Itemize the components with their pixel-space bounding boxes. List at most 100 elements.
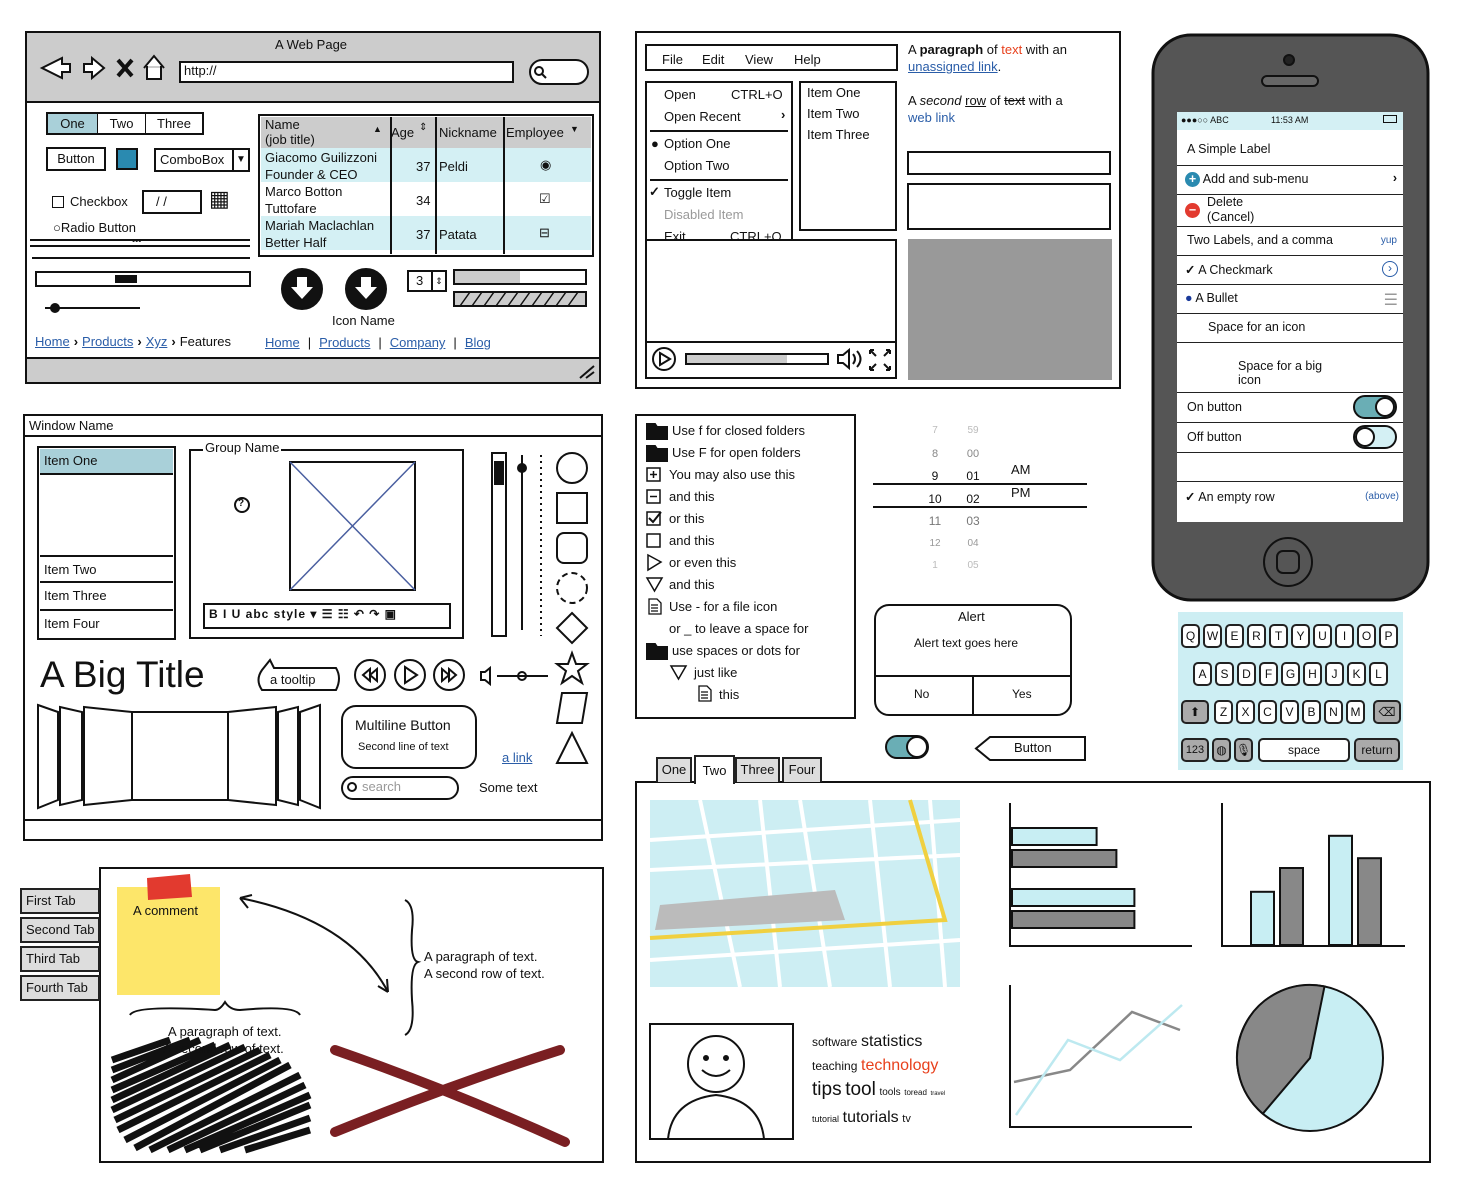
menu-file[interactable]: File <box>662 52 683 68</box>
list-row-bullet[interactable]: ● A Bullet ☰ <box>1177 285 1403 314</box>
vertical-tab-second[interactable]: Second Tab <box>20 917 100 943</box>
list-row-checkmark[interactable]: ✓ An empty row (above) <box>1177 482 1403 512</box>
link-company[interactable]: Company <box>390 335 446 350</box>
cover-item[interactable] <box>227 705 277 807</box>
tree-item[interactable]: or even this <box>669 555 736 571</box>
vertical-scroll-thumb[interactable] <box>494 461 504 485</box>
column-header-employee[interactable]: Employee <box>506 125 564 141</box>
tree-item[interactable]: just like <box>694 665 737 681</box>
cover-item[interactable] <box>299 703 321 810</box>
toggle-on[interactable] <box>1353 395 1397 419</box>
tag[interactable]: teaching <box>812 1059 857 1073</box>
numbers-key[interactable]: 123 <box>1181 738 1209 762</box>
slider-handle[interactable] <box>50 303 60 313</box>
menu-item-option-two[interactable]: Option Two <box>664 158 730 174</box>
color-picker[interactable] <box>116 148 138 170</box>
menu-edit[interactable]: Edit <box>702 52 724 68</box>
list-row[interactable]: Two Labels, and a comma yup <box>1177 227 1403 256</box>
link-products[interactable]: Products <box>319 335 370 350</box>
key-h[interactable]: H <box>1303 662 1322 686</box>
radio-button[interactable]: ○Radio Button <box>53 220 136 236</box>
splitter-grip[interactable]: ••• <box>132 236 141 246</box>
column-header-age[interactable]: Age <box>391 125 414 141</box>
list-row-delete[interactable]: − Delete (Cancel) <box>1177 195 1403 227</box>
key-j[interactable]: J <box>1325 662 1344 686</box>
key-m[interactable]: M <box>1346 700 1365 724</box>
cover-item-center[interactable] <box>131 711 229 801</box>
scrollbar-thumb[interactable] <box>115 275 137 283</box>
tag[interactable]: travel <box>931 1091 946 1097</box>
tree-item[interactable]: use spaces or dots for <box>672 643 800 659</box>
numeric-stepper[interactable]: 3 ⇕ <box>407 270 447 292</box>
key-q[interactable]: Q <box>1181 624 1200 648</box>
tag[interactable]: tools <box>879 1087 900 1098</box>
checkbox-checked-icon[interactable]: ☑ <box>539 191 551 207</box>
key-r[interactable]: R <box>1247 624 1266 648</box>
list-row[interactable]: A Simple Label <box>1177 130 1403 166</box>
text-input[interactable] <box>907 151 1111 175</box>
triangle-right-icon[interactable] <box>647 553 663 572</box>
menu-item-option-one[interactable]: Option One <box>664 136 731 152</box>
return-key[interactable]: return <box>1354 738 1400 762</box>
tag[interactable]: software <box>812 1035 857 1049</box>
breadcrumb-products[interactable]: Products <box>82 334 133 349</box>
key-l[interactable]: L <box>1369 662 1388 686</box>
key-z[interactable]: Z <box>1214 700 1233 724</box>
key-t[interactable]: T <box>1269 624 1288 648</box>
cover-item[interactable] <box>277 705 299 807</box>
key-s[interactable]: S <box>1215 662 1234 686</box>
list-item[interactable]: Item Three <box>40 583 173 611</box>
dropdown-icon[interactable]: ▼ <box>570 124 579 134</box>
vertical-tab-first[interactable]: First Tab <box>20 888 100 914</box>
tag[interactable]: tv <box>902 1113 911 1125</box>
cover-item[interactable] <box>59 705 83 807</box>
key-u[interactable]: U <box>1313 624 1332 648</box>
tab-four[interactable]: Four <box>782 757 822 782</box>
menu-item-open[interactable]: Open <box>664 87 696 103</box>
key-d[interactable]: D <box>1237 662 1256 686</box>
button[interactable]: Button <box>46 147 106 171</box>
hour-wheel[interactable]: 7 8 9 10 11 12 1 <box>920 420 950 578</box>
cover-item[interactable] <box>83 705 133 807</box>
key-n[interactable]: N <box>1324 700 1343 724</box>
menu-item-open-recent[interactable]: Open Recent <box>664 109 741 125</box>
globe-key-icon[interactable]: ◍ <box>1212 738 1231 762</box>
column-header-name[interactable]: Name (job title) <box>265 117 315 147</box>
microphone-key-icon[interactable]: 🎙 <box>1234 738 1253 762</box>
tree-item[interactable]: Use - for a file icon <box>669 599 777 615</box>
tab-one[interactable]: One <box>48 114 98 133</box>
vertical-tab-fourth[interactable]: Fourth Tab <box>20 975 100 1001</box>
checkbox[interactable] <box>52 196 64 208</box>
alert-no-button[interactable]: No <box>914 687 929 702</box>
tag[interactable]: statistics <box>861 1033 922 1050</box>
vertical-slider-handle[interactable] <box>517 463 527 473</box>
key-c[interactable]: C <box>1258 700 1277 724</box>
menu-view[interactable]: View <box>745 52 773 68</box>
tree-item[interactable]: and this <box>669 489 715 505</box>
tree-item[interactable]: Use F for open folders <box>672 445 801 461</box>
key-o[interactable]: O <box>1357 624 1376 648</box>
space-key[interactable]: space <box>1258 738 1350 762</box>
tag[interactable]: toread <box>904 1088 927 1097</box>
tag[interactable]: tutorials <box>843 1109 899 1126</box>
list-row-add[interactable]: + Add and sub-menu › <box>1177 166 1403 195</box>
search-input[interactable]: search <box>362 779 401 795</box>
rich-text-toolbar-buttons[interactable]: B I U abc style ▾ ☰ ☷ ↶ ↷ ▣ <box>209 607 397 622</box>
menu-item-toggle[interactable]: Toggle Item <box>664 185 731 201</box>
key-i[interactable]: I <box>1335 624 1354 648</box>
link-home[interactable]: Home <box>265 335 300 350</box>
vertical-tab-third[interactable]: Third Tab <box>20 946 100 972</box>
minute-wheel[interactable]: 59 00 01 02 03 04 05 <box>958 420 988 578</box>
list-item[interactable]: Item Three <box>807 127 870 143</box>
tab-two[interactable]: Two <box>98 114 146 133</box>
key-y[interactable]: Y <box>1291 624 1310 648</box>
tree-item[interactable]: You may also use this <box>669 467 795 483</box>
key-p[interactable]: P <box>1379 624 1398 648</box>
combobox[interactable]: ComboBox ▼ <box>154 148 250 172</box>
list-item[interactable]: Item Two <box>807 106 860 122</box>
sort-asc-icon[interactable]: ▲ <box>373 124 382 134</box>
list-row[interactable]: Space for a big icon <box>1177 343 1403 393</box>
shift-key-icon[interactable]: ⬆ <box>1181 700 1209 724</box>
web-link[interactable]: web link <box>908 110 955 126</box>
toggle-off[interactable] <box>1353 425 1397 449</box>
